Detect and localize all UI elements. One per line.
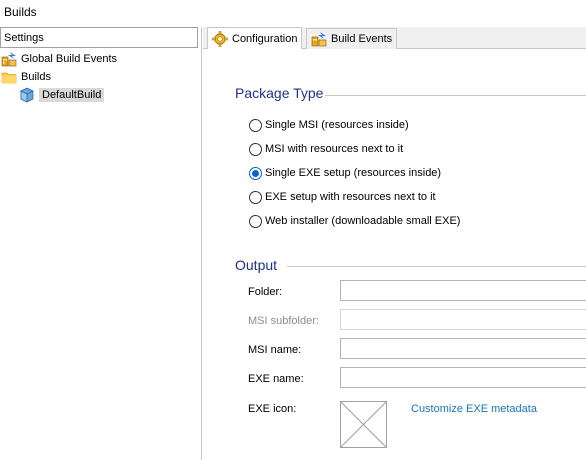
empty-image-placeholder-icon <box>340 401 387 448</box>
tab-label: Build Events <box>331 33 393 45</box>
folder-input[interactable] <box>340 280 586 301</box>
radio-button[interactable] <box>249 142 262 156</box>
radio-button[interactable] <box>249 214 262 228</box>
radio-exe-with-resources[interactable]: EXE setup with resources next to it <box>249 189 436 205</box>
tab-configuration[interactable]: Configuration <box>207 27 303 49</box>
window-title: Builds <box>4 5 37 19</box>
msi-name-input[interactable] <box>340 338 586 359</box>
msi-subfolder-input[interactable] <box>340 309 586 330</box>
msi-name-label: MSI name: <box>248 344 302 356</box>
tab-build-events[interactable]: Build Events <box>306 28 398 49</box>
radio-label: Web installer (downloadable small EXE) <box>265 215 461 227</box>
tab-strip: Configuration Build Events <box>203 27 586 49</box>
radio-single-exe[interactable]: Single EXE setup (resources inside) <box>249 165 441 181</box>
settings-panel: Settings Global Build Events Builds Defa… <box>0 27 200 460</box>
folder-label: Folder: <box>248 286 283 298</box>
radio-label: MSI with resources next to it <box>265 143 404 155</box>
radio-label: EXE setup with resources next to it <box>265 191 436 203</box>
window-title-bar: Builds <box>0 0 586 24</box>
tree-item-builds[interactable]: Builds <box>1 68 51 86</box>
tree-item-label: Global Build Events <box>21 53 117 65</box>
output-divider <box>287 266 586 267</box>
radio-msi-with-resources[interactable]: MSI with resources next to it <box>249 141 403 157</box>
radio-single-msi[interactable]: Single MSI (resources inside) <box>249 117 409 133</box>
folder-icon <box>1 72 17 84</box>
package-type-title: Package Type <box>235 85 324 101</box>
tab-label: Configuration <box>232 32 298 45</box>
settings-header: Settings <box>0 27 198 48</box>
customize-exe-metadata-link[interactable]: Customize EXE metadata <box>411 403 537 415</box>
build-package-icon <box>20 87 34 103</box>
gear-icon <box>212 30 228 47</box>
exe-icon-label: EXE icon: <box>248 403 297 415</box>
build-events-icon <box>1 52 17 67</box>
radio-label: Single MSI (resources inside) <box>265 119 409 131</box>
output-title: Output <box>235 257 278 273</box>
build-events-icon <box>311 32 327 47</box>
settings-header-label: Settings <box>4 32 44 44</box>
radio-button[interactable] <box>249 118 262 132</box>
configuration-page: Package Type Single MSI (resources insid… <box>203 49 586 460</box>
package-type-divider <box>325 95 586 96</box>
msi-subfolder-label: MSI subfolder: <box>248 315 319 327</box>
radio-label: Single EXE setup (resources inside) <box>265 167 442 179</box>
tree-item-label: Builds <box>21 71 51 83</box>
tree-item-label: DefaultBuild <box>39 88 105 102</box>
radio-web-installer[interactable]: Web installer (downloadable small EXE) <box>249 213 460 229</box>
exe-name-input[interactable] <box>340 367 586 388</box>
tree-item-global-build-events[interactable]: Global Build Events <box>1 50 117 68</box>
exe-name-label: EXE name: <box>248 373 304 385</box>
exe-icon-picker[interactable] <box>340 401 387 448</box>
panel-splitter[interactable] <box>201 27 202 460</box>
radio-button[interactable] <box>249 190 262 204</box>
tree-item-defaultbuild[interactable]: DefaultBuild <box>19 86 105 104</box>
radio-button-checked[interactable] <box>249 166 262 180</box>
